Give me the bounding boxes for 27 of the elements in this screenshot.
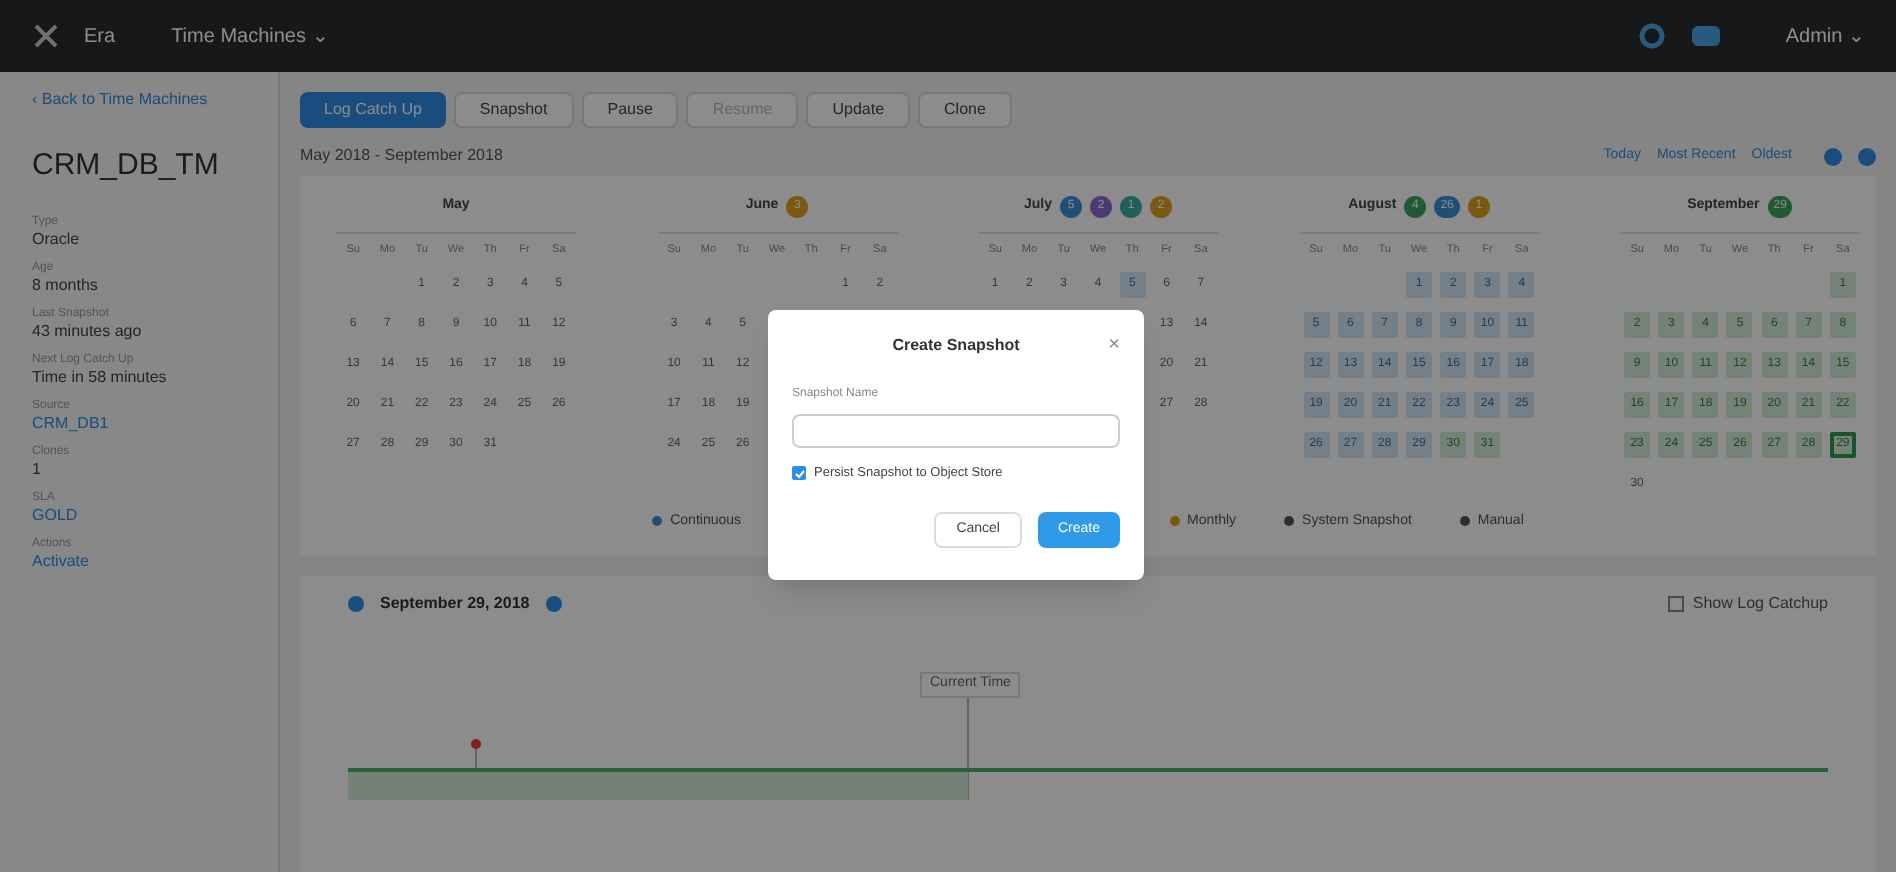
toolbar-button[interactable]: Update	[806, 92, 911, 128]
checkbox-label: Show Log Catchup	[1692, 592, 1828, 616]
snapshot-name-input[interactable]	[792, 414, 1120, 448]
toolbar-button[interactable]: Clone	[918, 92, 1012, 128]
time-machines-menu[interactable]: Time Machines ⌄	[171, 21, 328, 51]
toolbar-button[interactable]: Log Catch Up	[300, 92, 446, 128]
toolbar-button[interactable]: Pause	[581, 92, 679, 128]
field-value: 1	[32, 459, 43, 479]
field-value: Time in 58 minutes	[32, 367, 169, 387]
toolbar-button[interactable]: Snapshot	[453, 92, 574, 128]
field-link[interactable]: GOLD	[32, 505, 246, 525]
field-link[interactable]: Activate	[32, 551, 246, 571]
date-range: May 2018 - September 2018	[300, 144, 503, 168]
back-link[interactable]: ‹ Back to Time Machines	[32, 88, 246, 112]
field-value: 8 months	[32, 275, 100, 295]
user-menu[interactable]: Admin ⌄	[1785, 21, 1864, 51]
persist-checkbox[interactable]	[792, 466, 806, 481]
close-button[interactable]: ×	[1108, 336, 1121, 356]
field-link[interactable]: CRM_DB1	[32, 413, 246, 433]
field-value: 43 minutes ago	[32, 321, 144, 341]
timeline-date: September 29, 2018	[380, 592, 530, 616]
checkbox[interactable]	[1668, 596, 1685, 612]
app-name: Era	[84, 23, 116, 51]
field-value: Oracle	[32, 229, 82, 249]
time-machine-title: CRM_DB_TM	[32, 146, 221, 186]
logo-icon	[32, 22, 60, 50]
dialog-title: Create Snapshot	[892, 334, 1020, 358]
